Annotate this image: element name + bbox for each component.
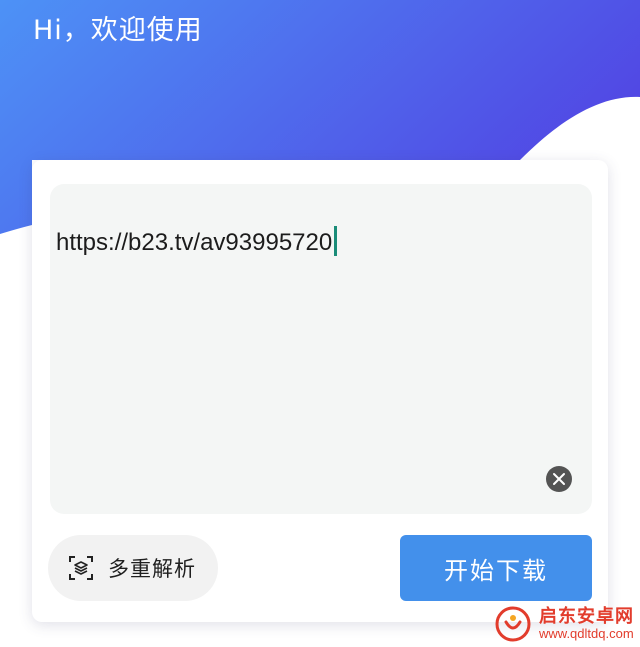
multi-parse-label: 多重解析 xyxy=(108,557,196,581)
watermark-logo-icon xyxy=(495,606,531,642)
start-download-label: 开始下载 xyxy=(444,556,548,585)
site-watermark: 启东安卓网 www.qdltdq.com xyxy=(495,602,634,646)
greeting-title: Hi，欢迎使用 xyxy=(33,15,203,46)
url-input-value[interactable]: https://b23.tv/av93995720 xyxy=(56,226,338,257)
clear-input-button[interactable] xyxy=(546,466,572,492)
text-caret xyxy=(334,226,338,256)
multi-parse-button[interactable]: 多重解析 xyxy=(48,535,218,601)
url-input-area[interactable]: https://b23.tv/av93995720 xyxy=(50,184,592,514)
watermark-name: 启东安卓网 xyxy=(539,605,634,627)
download-card: https://b23.tv/av93995720 多重解析 开始下载 xyxy=(32,160,608,622)
start-download-button[interactable]: 开始下载 xyxy=(400,535,592,601)
url-text: https://b23.tv/av93995720 xyxy=(56,229,333,256)
clear-icon xyxy=(553,473,565,485)
watermark-url: www.qdltdq.com xyxy=(539,625,634,641)
scan-layers-icon xyxy=(68,555,94,581)
